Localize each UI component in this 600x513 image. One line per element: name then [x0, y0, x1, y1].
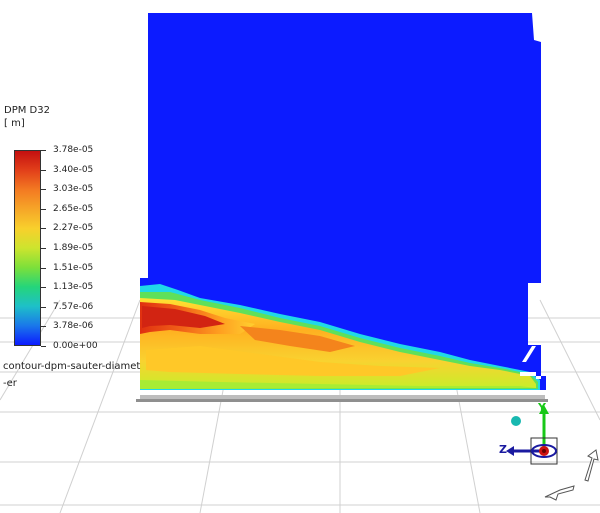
- rotate-left-icon[interactable]: [544, 485, 575, 501]
- view-sphere-icon[interactable]: [511, 416, 521, 426]
- z-axis-label: Z: [499, 443, 507, 456]
- graphics-viewport[interactable]: DPM D32 [ m] 3.78e-05 3.40e-05 3.03e-05 2.6…: [0, 0, 600, 513]
- orientation-triad[interactable]: [0, 0, 600, 513]
- y-axis-label: Y: [538, 401, 546, 414]
- z-arrowhead-icon: [506, 446, 514, 456]
- rotate-up-icon[interactable]: [584, 449, 599, 482]
